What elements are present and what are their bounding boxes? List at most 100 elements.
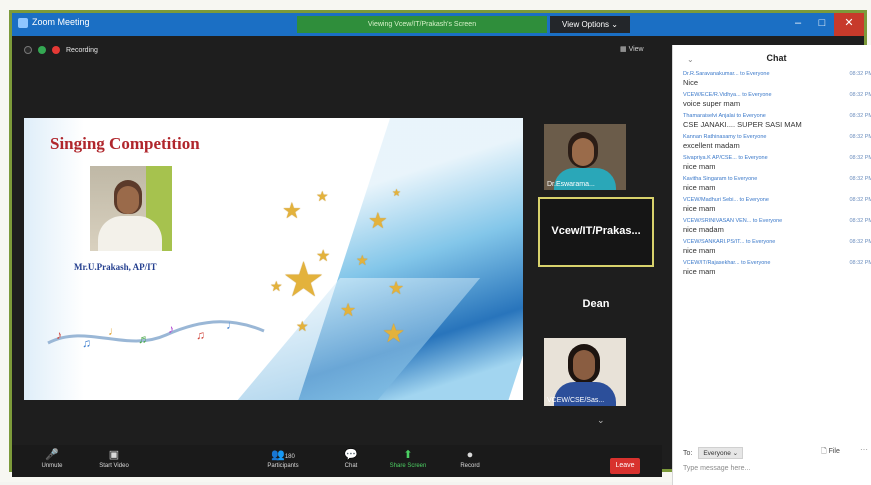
chat-message-header: Dr.R.Saravanakumar... to Everyone 08:32 P… [683,71,871,77]
star-icon: ★ [282,254,326,307]
chat-message-time: 08:32 PM [849,197,871,203]
participant-video-tile[interactable]: Dr.Eswarama... [544,124,626,190]
chat-message: VCEW/Madhuri Sebi... to Everyone 08:32 PM… [683,197,871,213]
title-bar: Zoom Meeting Viewing Vcew/IT/Prakash's S… [12,13,864,36]
chat-message: VCEW/SRINIVASAN VEN... to Everyone 08:32 … [683,218,871,234]
view-options-button[interactable]: View Options ⌄ [550,16,630,33]
star-icon: ★ [316,188,329,204]
chat-message-time: 08:32 PM [849,176,871,182]
chat-message-list: Dr.R.Saravanakumar... to Everyone 08:32 P… [683,71,871,446]
chat-message-header: Thamaraiselvi Anjalai to Everyone 08:32 P… [683,113,871,119]
chat-message-header: VCEW/SRINIVASAN VEN... to Everyone 08:32 … [683,218,871,224]
participant-name-dean[interactable]: Dean [540,298,652,310]
leave-button[interactable]: Leave [610,458,640,474]
zoom-logo-icon [18,17,28,28]
chat-message-time: 08:32 PM [849,239,871,245]
svg-text:♬: ♬ [138,332,150,346]
chat-message-sender[interactable]: Sivapriya.K AP/CSE... to Everyone [683,155,768,161]
app-title: Zoom Meeting [18,17,90,28]
maximize-icon[interactable]: □ [810,13,834,36]
participant-video-tile[interactable]: VCEW/CSE/Sas... [544,338,626,406]
shared-slide: Singing Competition Mr.U.Prakash, AP/IT … [24,118,523,400]
chat-message-header: Sivapriya.K AP/CSE... to Everyone 08:32 P… [683,155,871,161]
chat-message-header: VCEW/ECE/R.Vidhya... to Everyone 08:32 PM [683,92,871,98]
star-icon: ★ [356,252,369,268]
chat-message-text: voice super mam [683,99,741,108]
record-icon: ● [466,449,474,461]
view-button[interactable]: ▦ View [620,45,644,53]
meeting-controls: 🎤 Unmute ▣ Start Video 👥180 Participants 💬 C… [12,445,662,477]
more-options-icon[interactable]: ⋯ [860,445,868,454]
chat-message-time: 08:32 PM [849,92,871,98]
info-icon[interactable] [24,46,32,54]
window-controls: – □ ✕ [786,13,864,36]
chat-message: VCEW/SANKARI.PS/IT... to Everyone 08:32 P… [683,239,871,255]
minimize-icon[interactable]: – [786,13,810,36]
security-shield-icon[interactable] [38,46,46,54]
star-icon: ★ [296,318,309,334]
chat-message-header: VCEW/Madhuri Sebi... to Everyone 08:32 PM [683,197,871,203]
chat-message-time: 08:32 PM [849,155,871,161]
chat-icon: 💬 [344,449,358,461]
chat-message-sender[interactable]: VCEW/IT/Rajasekhar... to Everyone [683,260,770,266]
photo-face [117,186,139,214]
close-icon[interactable]: ✕ [834,13,864,36]
share-screen-button[interactable]: ⬆ Share Screen [386,449,430,469]
chat-message-sender[interactable]: Dr.R.Saravanakumar... to Everyone [683,71,770,77]
chat-button[interactable]: 💬 Chat [336,449,366,469]
recording-label: Recording [66,46,98,54]
recipient-label: To: [683,449,693,457]
share-screen-icon: ⬆ [403,449,413,461]
chat-panel: ⌄ Chat Dr.R.Saravanakumar... to Everyone… [672,45,871,485]
star-icon: ★ [282,198,302,223]
record-button[interactable]: ● Record [452,449,488,469]
chat-message-sender[interactable]: VCEW/Madhuri Sebi... to Everyone [683,197,769,203]
chat-message-sender[interactable]: Kannan Rathinasamy to Everyone [683,134,766,140]
chat-message-text: nice mam [683,246,716,255]
svg-text:♫: ♫ [82,336,91,350]
star-icon: ★ [270,278,283,294]
chat-message-time: 08:32 PM [849,218,871,224]
participant-strip: Dr.Eswarama... Vcew/IT/Prakas... Dean VC… [532,118,654,408]
star-icon: ★ [382,318,406,348]
chat-message-header: VCEW/SANKARI.PS/IT... to Everyone 08:32 P… [683,239,871,245]
file-button[interactable]: 🗋 File [821,447,840,458]
chat-message-text: nice madam [683,225,724,234]
slide-background-gradient [24,118,84,400]
chat-message-time: 08:32 PM [849,260,871,266]
star-icon: ★ [340,300,357,320]
speaker-name: Mr.U.Prakash, AP/IT [74,262,157,272]
participants-button[interactable]: 👥180 Participants [258,449,308,469]
chat-message-sender[interactable]: VCEW/ECE/R.Vidhya... to Everyone [683,92,772,98]
active-speaker-tile[interactable]: Vcew/IT/Prakas... [538,197,654,267]
music-notes-graphic: ♪ ♫ ♩ ♬ ♪ ♫ ♩ [47,318,265,350]
chat-message: Thamaraiselvi Anjalai to Everyone 08:32 P… [683,113,871,129]
chat-message-sender[interactable]: VCEW/SANKARI.PS/IT... to Everyone [683,239,775,245]
svg-text:♪: ♪ [56,328,62,342]
speaker-photo [90,166,172,251]
chat-message-sender[interactable]: Kavitha Singaram to Everyone [683,176,757,182]
tile-face [572,138,594,166]
svg-text:♫: ♫ [196,328,205,342]
chat-message: Kannan Rathinasamy to Everyone 08:32 PM ex… [683,134,871,150]
participant-name: Vcew/IT/Prakas... [551,225,641,237]
photo-frame: Zoom Meeting Viewing Vcew/IT/Prakash's S… [0,0,871,485]
recipient-dropdown[interactable]: Everyone ⌄ [698,447,744,459]
recording-icon [52,46,60,54]
chat-message-text: nice mam [683,183,716,192]
chat-message-sender[interactable]: VCEW/SRINIVASAN VEN... to Everyone [683,218,782,224]
microphone-muted-icon: 🎤 [45,449,59,461]
unmute-button[interactable]: 🎤 Unmute [32,449,72,469]
start-video-button[interactable]: ▣ Start Video [90,449,138,469]
chevron-down-icon[interactable]: ⌄ [597,415,605,426]
chat-message-sender[interactable]: Thamaraiselvi Anjalai to Everyone [683,113,766,119]
chat-message-header: VCEW/IT/Rajasekhar... to Everyone 08:32 P… [683,260,871,266]
chat-title: Chat [766,53,787,63]
star-icon: ★ [388,278,405,298]
chat-message-input[interactable]: Type message here... [683,465,863,472]
star-icon: ★ [392,188,401,199]
chat-message-header: Kavitha Singaram to Everyone 08:32 PM [683,176,871,182]
slide-title: Singing Competition [50,134,200,153]
chat-message: Sivapriya.K AP/CSE... to Everyone 08:32 P… [683,155,871,171]
meeting-status-bar: Recording [24,43,98,57]
